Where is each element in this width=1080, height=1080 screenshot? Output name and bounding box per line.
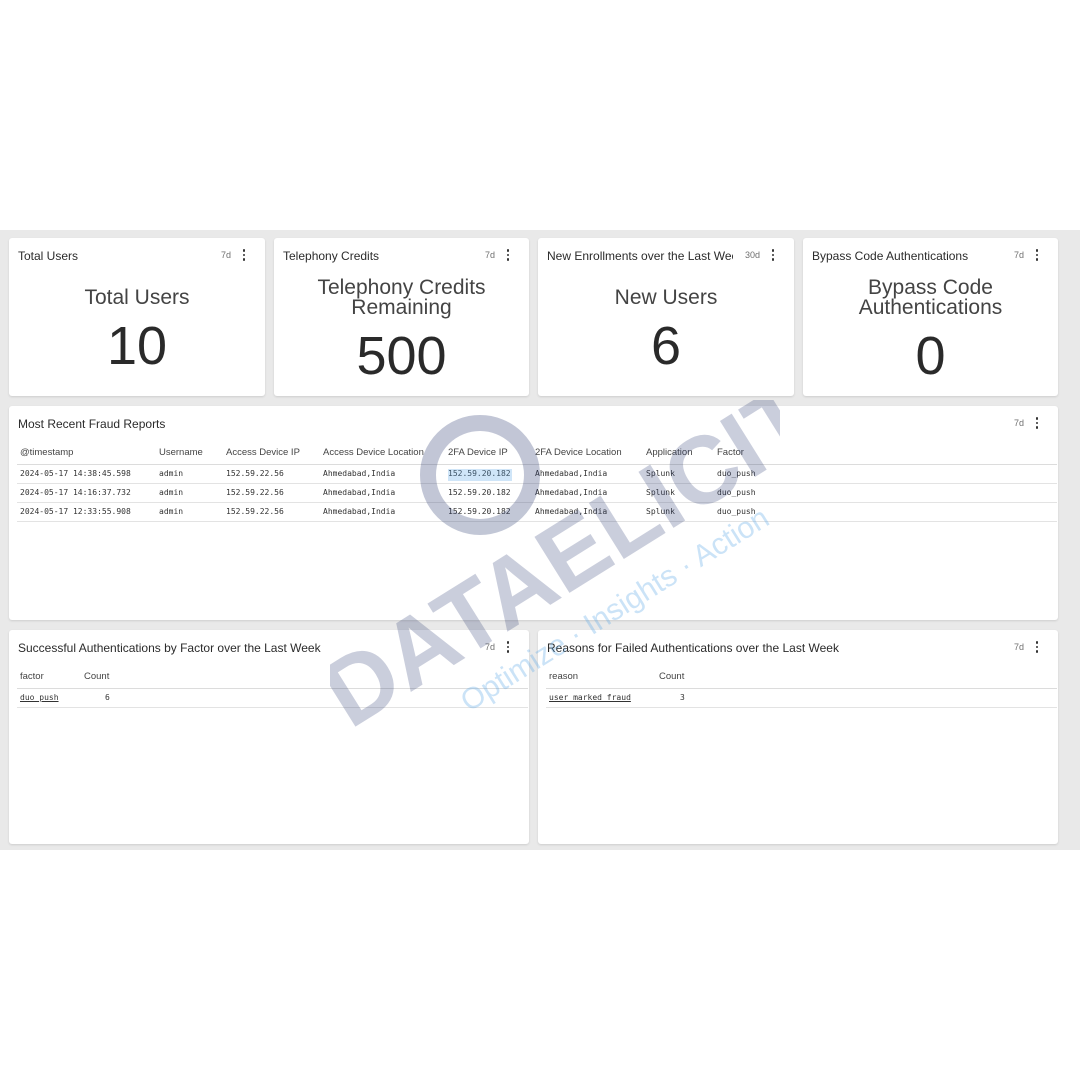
more-options-icon[interactable] [1032,641,1042,653]
panel-new-enrollments: New Enrollments over the Last Week 30d N… [538,238,794,396]
cell-username: admin [156,464,223,484]
column-header-count[interactable]: Count [81,670,528,689]
failed-auth-table: reason Count user_marked_fraud 3 [546,670,1057,708]
table-header-row: @timestamp Username Access Device IP Acc… [17,446,1057,465]
cell-access-device-location: Ahmedabad,India [320,464,445,484]
cell-access-device-location: Ahmedabad,India [320,483,445,503]
reason-link[interactable]: user_marked_fraud [549,693,631,702]
column-header-factor[interactable]: factor [17,670,81,689]
panel-title: Bypass Code Authentications [812,249,969,263]
dashboard-canvas: Total Users 7d Total Users 10 Telephony … [0,230,1080,850]
column-header-access-device-location[interactable]: Access Device Location [320,446,445,465]
panel-title: Successful Authentications by Factor ove… [18,641,321,655]
time-range-badge[interactable]: 7d [1014,418,1024,428]
more-options-icon[interactable] [768,249,778,261]
cell-timestamp: 2024-05-17 12:33:55.908 [17,502,156,522]
success-auth-table: factor Count duo_push 6 [17,670,528,708]
panel-title: Reasons for Failed Authentications over … [547,641,839,655]
cell-reason[interactable]: user_marked_fraud [546,688,656,708]
panel-total-users: Total Users 7d Total Users 10 [9,238,265,396]
table-row[interactable]: duo_push 6 [17,688,528,708]
cell-2fa-device-location: Ahmedabad,India [532,483,643,503]
cell-factor: duo_push [714,464,1057,484]
cell-2fa-device-location: Ahmedabad,India [532,502,643,522]
time-range-badge[interactable]: 7d [1014,250,1024,260]
table-header-row: reason Count [546,670,1057,689]
single-value-label-line2: Authentications [858,296,1003,319]
column-header-2fa-device-ip[interactable]: 2FA Device IP [445,446,532,465]
table-header-row: factor Count [17,670,528,689]
cell-2fa-device-ip: 152.59.20.182 [445,464,532,484]
panel-failed-auth: Reasons for Failed Authentications over … [538,630,1058,844]
table-row[interactable]: user_marked_fraud 3 [546,688,1057,708]
time-range-badge[interactable]: 7d [1014,642,1024,652]
panel-title: Total Users [18,249,79,263]
table-row[interactable]: 2024-05-17 14:16:37.732 admin 152.59.22.… [17,483,1057,503]
more-options-icon[interactable] [1032,417,1042,429]
table-row[interactable]: 2024-05-17 14:38:45.598 admin 152.59.22.… [17,464,1057,484]
column-header-2fa-device-location[interactable]: 2FA Device Location [532,446,643,465]
cell-username: admin [156,483,223,503]
panel-telephony-credits: Telephony Credits 7d Telephony Credits R… [274,238,529,396]
column-header-count[interactable]: Count [656,670,1057,689]
cell-count: 3 [656,688,1057,708]
panel-bypass-code: Bypass Code Authentications 7d Bypass Co… [803,238,1058,396]
cell-2fa-device-ip: 152.59.20.182 [445,502,532,522]
cell-timestamp: 2024-05-17 14:16:37.732 [17,483,156,503]
panel-successful-auth: Successful Authentications by Factor ove… [9,630,529,844]
single-value-label-line1: Bypass Code [868,276,993,299]
single-value-number: 10 [106,316,168,376]
more-options-icon[interactable] [503,249,513,261]
single-value-number: 500 [356,326,447,386]
single-value-label-line1: Telephony Credits [317,276,486,299]
cell-access-device-ip: 152.59.22.56 [223,483,320,503]
more-options-icon[interactable] [503,641,513,653]
column-header-factor[interactable]: Factor [714,446,1057,465]
more-options-icon[interactable] [239,249,249,261]
single-value-label-line2: Remaining [351,296,452,319]
cell-access-device-location: Ahmedabad,India [320,502,445,522]
cell-username: admin [156,502,223,522]
fraud-table: @timestamp Username Access Device IP Acc… [17,446,1057,522]
single-value-label: New Users [614,286,718,309]
cell-count: 6 [81,688,528,708]
cell-2fa-device-location: Ahmedabad,India [532,464,643,484]
cell-factor: duo_push [714,483,1057,503]
table-row[interactable]: 2024-05-17 12:33:55.908 admin 152.59.22.… [17,502,1057,522]
panel-fraud-reports: Most Recent Fraud Reports 7d @timestamp … [9,406,1058,620]
cell-application: Splunk [643,464,714,484]
panel-title: Telephony Credits [283,249,380,263]
time-range-badge[interactable]: 30d [745,250,760,260]
single-value-number: 6 [650,316,682,376]
more-options-icon[interactable] [1032,249,1042,261]
cell-factor[interactable]: duo_push [17,688,81,708]
time-range-badge[interactable]: 7d [485,250,495,260]
cell-factor: duo_push [714,502,1057,522]
column-header-application[interactable]: Application [643,446,714,465]
panel-title: New Enrollments over the Last Week [547,249,733,263]
column-header-timestamp[interactable]: @timestamp [17,446,156,465]
cell-application: Splunk [643,502,714,522]
cell-2fa-device-ip: 152.59.20.182 [445,483,532,503]
column-header-username[interactable]: Username [156,446,223,465]
panel-title: Most Recent Fraud Reports [18,417,166,431]
column-header-reason[interactable]: reason [546,670,656,689]
factor-link[interactable]: duo_push [20,693,59,702]
cell-access-device-ip: 152.59.22.56 [223,464,320,484]
single-value-label: Total Users [84,286,190,309]
single-value-number: 0 [915,326,946,386]
cell-timestamp: 2024-05-17 14:38:45.598 [17,464,156,484]
time-range-badge[interactable]: 7d [221,250,231,260]
time-range-badge[interactable]: 7d [485,642,495,652]
column-header-access-device-ip[interactable]: Access Device IP [223,446,320,465]
cell-application: Splunk [643,483,714,503]
cell-access-device-ip: 152.59.22.56 [223,502,320,522]
